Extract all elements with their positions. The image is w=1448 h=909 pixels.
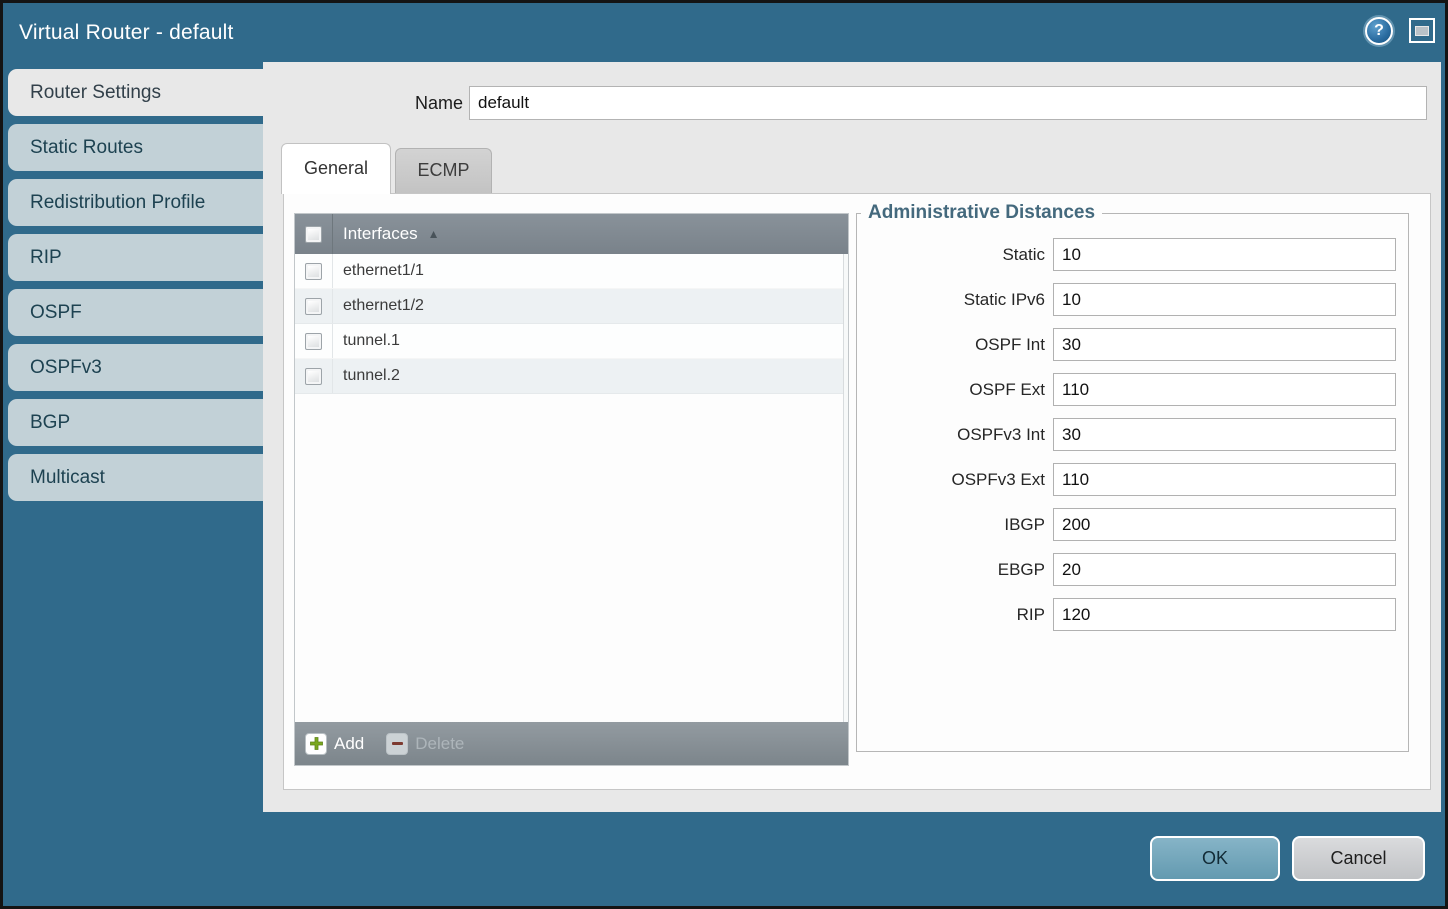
interface-name: tunnel.1 (333, 332, 400, 350)
name-field-label: Name (353, 86, 463, 120)
ospfv3-int-distance-input[interactable] (1053, 418, 1396, 451)
interface-name: ethernet1/2 (333, 297, 424, 315)
minus-glyph (392, 742, 403, 745)
rip-label: RIP (857, 598, 1045, 631)
sidebar-item-router-settings[interactable]: Router Settings (8, 69, 263, 116)
table-row[interactable]: ethernet1/2 (295, 289, 848, 324)
distance-fields: Static Static IPv6 OSPF Int OSPF Ext (857, 238, 1408, 631)
row-checkbox[interactable] (305, 298, 322, 315)
row-checkbox-cell (295, 359, 333, 393)
ospfv3-ext-label: OSPFv3 Ext (857, 463, 1045, 496)
sidebar-item-redistribution-profile[interactable]: Redistribution Profile (8, 179, 263, 226)
grid-scrollbar-track[interactable] (843, 254, 848, 722)
row-checkbox-cell (295, 324, 333, 358)
ebgp-label: EBGP (857, 553, 1045, 586)
table-row[interactable]: tunnel.2 (295, 359, 848, 394)
static-label: Static (857, 238, 1045, 271)
row-checkbox-cell (295, 289, 333, 323)
tab-ecmp[interactable]: ECMP (395, 148, 492, 193)
ospfv3-ext-distance-input[interactable] (1053, 463, 1396, 496)
ospf-ext-label: OSPF Ext (857, 373, 1045, 406)
field-row-ospf-int: OSPF Int (857, 328, 1408, 361)
rip-distance-input[interactable] (1053, 598, 1396, 631)
ibgp-distance-input[interactable] (1053, 508, 1396, 541)
cancel-button[interactable]: Cancel (1292, 836, 1425, 881)
interface-name: tunnel.2 (333, 367, 400, 385)
sidebar-item-ospf[interactable]: OSPF (8, 289, 263, 336)
sidebar-nav: Router Settings Static Routes Redistribu… (8, 69, 263, 509)
interfaces-grid-body: ethernet1/1 ethernet1/2 tunnel.1 (295, 254, 848, 724)
help-icon[interactable]: ? (1365, 17, 1393, 45)
ebgp-distance-input[interactable] (1053, 553, 1396, 586)
field-row-static-ipv6: Static IPv6 (857, 283, 1408, 316)
ospf-int-distance-input[interactable] (1053, 328, 1396, 361)
administrative-distances-legend: Administrative Distances (861, 202, 1102, 224)
sidebar-item-bgp[interactable]: BGP (8, 399, 263, 446)
add-button[interactable]: Add (305, 733, 364, 755)
field-row-rip: RIP (857, 598, 1408, 631)
grid-empty-area (295, 394, 848, 724)
title-bar: Virtual Router - default ? (3, 3, 1445, 62)
interfaces-grid: Interfaces ▲ ethernet1/1 etherne (294, 213, 849, 766)
table-row[interactable]: ethernet1/1 (295, 254, 848, 289)
field-row-ospf-ext: OSPF Ext (857, 373, 1408, 406)
sidebar-item-ospfv3[interactable]: OSPFv3 (8, 344, 263, 391)
sidebar-item-static-routes[interactable]: Static Routes (8, 124, 263, 171)
interface-name: ethernet1/1 (333, 262, 424, 280)
select-all-checkbox[interactable] (305, 226, 322, 243)
delete-button-label: Delete (415, 734, 464, 754)
add-button-label: Add (334, 734, 364, 754)
dialog-title: Virtual Router - default (19, 3, 234, 62)
grid-toolbar: Add Delete (295, 722, 848, 765)
field-row-ospfv3-int: OSPFv3 Int (857, 418, 1408, 451)
static-ipv6-distance-input[interactable] (1053, 283, 1396, 316)
add-plus-icon (305, 733, 327, 755)
name-input[interactable] (469, 86, 1427, 120)
ospf-ext-distance-input[interactable] (1053, 373, 1396, 406)
delete-button[interactable]: Delete (386, 733, 464, 755)
table-row[interactable]: tunnel.1 (295, 324, 848, 359)
field-row-ebgp: EBGP (857, 553, 1408, 586)
virtual-router-dialog: Virtual Router - default ? Router Settin… (0, 0, 1448, 909)
row-checkbox[interactable] (305, 333, 322, 350)
interfaces-grid-header[interactable]: Interfaces ▲ (295, 214, 848, 254)
content-area: Name General ECMP Interfaces ▲ (263, 62, 1441, 812)
ospf-int-label: OSPF Int (857, 328, 1045, 361)
ok-button[interactable]: OK (1150, 836, 1280, 881)
row-checkbox[interactable] (305, 368, 322, 385)
administrative-distances-group: Administrative Distances Static Static I… (856, 202, 1409, 752)
delete-minus-icon (386, 733, 408, 755)
window-restore-icon[interactable] (1409, 18, 1435, 43)
row-checkbox-cell (295, 254, 333, 288)
field-row-ospfv3-ext: OSPFv3 Ext (857, 463, 1408, 496)
ospfv3-int-label: OSPFv3 Int (857, 418, 1045, 451)
row-checkbox[interactable] (305, 263, 322, 280)
ibgp-label: IBGP (857, 508, 1045, 541)
static-ipv6-label: Static IPv6 (857, 283, 1045, 316)
field-row-ibgp: IBGP (857, 508, 1408, 541)
sidebar-item-multicast[interactable]: Multicast (8, 454, 263, 501)
interfaces-column-header[interactable]: Interfaces (333, 224, 418, 244)
sort-asc-icon[interactable]: ▲ (428, 227, 440, 241)
static-distance-input[interactable] (1053, 238, 1396, 271)
tab-general[interactable]: General (281, 143, 391, 194)
field-row-static: Static (857, 238, 1408, 271)
general-tab-panel: Interfaces ▲ ethernet1/1 etherne (283, 193, 1431, 790)
sidebar-item-rip[interactable]: RIP (8, 234, 263, 281)
window-pane-glyph (1415, 26, 1429, 36)
select-all-cell (295, 214, 333, 254)
